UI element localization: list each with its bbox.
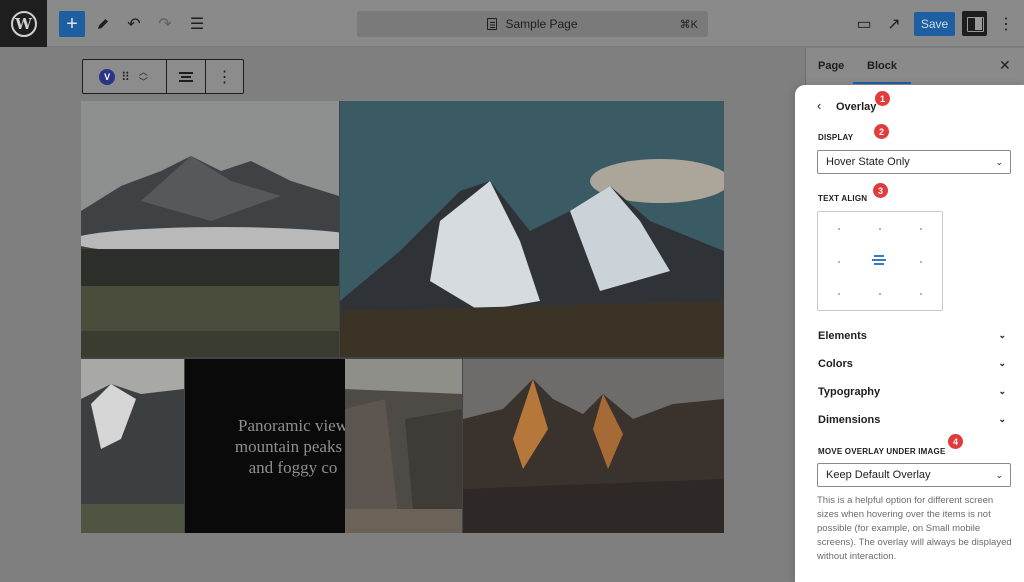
display-select[interactable]: Hover State Only ⌄ xyxy=(817,150,1011,174)
tab-page[interactable]: Page xyxy=(818,60,844,72)
block-movers: ︿ ﹀ xyxy=(139,67,148,87)
pencil-icon xyxy=(98,19,108,29)
move-overlay-label: MOVE OVERLAY UNDER IMAGE xyxy=(818,447,946,456)
section-label: Typography xyxy=(818,386,881,398)
editor-top-bar: W + ↶ ↷ ☰ Sample Page ⌘K ▭ ↗ Save ⋮ xyxy=(0,0,1024,47)
elements-section-toggle[interactable]: Elements ⌄ xyxy=(818,330,1008,346)
step-badge: 2 xyxy=(874,124,889,139)
panel-title: Overlay xyxy=(836,101,877,113)
settings-toggle-button[interactable] xyxy=(962,11,987,36)
page-icon xyxy=(487,18,498,30)
preview-button[interactable]: ▭ xyxy=(851,11,877,37)
wordpress-icon: W xyxy=(10,10,37,37)
align-center-icon[interactable] xyxy=(872,255,888,267)
block-type-group: V ⠿ ︿ ﹀ xyxy=(83,60,167,93)
gallery-image[interactable] xyxy=(345,359,462,533)
align-top-right[interactable] xyxy=(920,228,922,230)
align-bottom-left[interactable] xyxy=(838,293,840,295)
move-overlay-select[interactable]: Keep Default Overlay ⌄ xyxy=(817,463,1011,487)
undo-icon: ↶ xyxy=(127,16,141,33)
step-badge: 3 xyxy=(873,183,888,198)
move-up-button[interactable]: ︿ xyxy=(139,67,148,77)
chevron-down-icon: ⌄ xyxy=(998,414,1006,424)
external-link-icon: ↗ xyxy=(887,16,901,33)
caption-line: and foggy co xyxy=(248,458,338,477)
chevron-down-icon: ⌄ xyxy=(995,157,1003,167)
tools-button[interactable] xyxy=(90,11,116,37)
save-button[interactable]: Save xyxy=(914,12,955,36)
redo-icon: ↷ xyxy=(158,16,172,33)
block-type-icon[interactable]: V xyxy=(99,68,116,85)
command-shortcut: ⌘K xyxy=(679,19,698,31)
align-bottom-center[interactable] xyxy=(879,293,881,295)
display-select-value: Hover State Only xyxy=(826,156,910,168)
image-gallery[interactable]: Panoramic view mountain peaks i and fogg… xyxy=(81,101,724,533)
chevron-down-icon: ⌄ xyxy=(998,330,1006,340)
add-block-button[interactable]: + xyxy=(59,11,85,37)
caption-line: mountain peaks i xyxy=(234,437,345,456)
options-menu-button[interactable]: ⋮ xyxy=(993,11,1019,37)
align-middle-right[interactable] xyxy=(920,261,922,263)
gallery-image[interactable] xyxy=(463,359,724,533)
step-badge: 1 xyxy=(875,91,890,106)
caption-line: Panoramic view xyxy=(238,416,345,435)
display-label: DISPLAY xyxy=(818,133,854,142)
undo-button[interactable]: ↶ xyxy=(121,11,147,37)
align-top-center[interactable] xyxy=(879,228,881,230)
section-label: Colors xyxy=(818,358,853,370)
chevron-down-icon: ⌄ xyxy=(995,470,1003,480)
tab-block[interactable]: Block xyxy=(853,60,911,84)
gallery-image[interactable] xyxy=(340,101,724,357)
align-top-left[interactable] xyxy=(838,228,840,230)
desktop-icon: ▭ xyxy=(856,16,872,33)
view-page-button[interactable]: ↗ xyxy=(881,11,907,37)
block-toolbar: V ⠿ ︿ ﹀ ⋮ xyxy=(82,59,244,94)
redo-button[interactable]: ↷ xyxy=(152,11,178,37)
chevron-down-icon: ⌄ xyxy=(998,386,1006,396)
wordpress-logo[interactable]: W xyxy=(0,0,47,47)
caption-overlay[interactable]: Panoramic view mountain peaks i and fogg… xyxy=(185,359,345,533)
typography-section-toggle[interactable]: Typography ⌄ xyxy=(818,386,1008,402)
gallery-image[interactable] xyxy=(81,359,184,533)
move-overlay-value: Keep Default Overlay xyxy=(826,469,931,481)
help-text: This is a helpful option for different s… xyxy=(817,495,1012,562)
section-label: Elements xyxy=(818,330,867,342)
colors-section-toggle[interactable]: Colors ⌄ xyxy=(818,358,1008,374)
more-vertical-icon: ⋮ xyxy=(998,16,1014,33)
back-button[interactable]: ‹ xyxy=(817,98,821,113)
section-label: Dimensions xyxy=(818,414,881,426)
align-button[interactable] xyxy=(167,60,206,93)
move-down-button[interactable]: ﹀ xyxy=(139,77,148,87)
step-badge: 4 xyxy=(948,434,963,449)
drag-handle-icon[interactable]: ⠿ xyxy=(121,70,130,84)
overlay-settings-panel: ‹ Overlay 1 DISPLAY 2 Hover State Only ⌄… xyxy=(795,85,1024,582)
list-view-icon: ☰ xyxy=(189,16,205,33)
text-align-label: TEXT ALIGN xyxy=(818,194,868,203)
more-vertical-icon: ⋮ xyxy=(216,68,233,86)
document-title: Sample Page xyxy=(505,17,578,31)
block-options-button[interactable]: ⋮ xyxy=(206,60,243,93)
dimensions-section-toggle[interactable]: Dimensions ⌄ xyxy=(818,414,1008,430)
align-center-icon xyxy=(179,71,193,82)
gallery-image[interactable] xyxy=(81,101,339,357)
document-bar[interactable]: Sample Page ⌘K xyxy=(357,11,708,37)
align-bottom-right[interactable] xyxy=(920,293,922,295)
image-caption: Panoramic view mountain peaks i and fogg… xyxy=(223,415,345,478)
text-align-matrix[interactable] xyxy=(817,211,943,311)
chevron-down-icon: ⌄ xyxy=(998,358,1006,368)
align-middle-left[interactable] xyxy=(838,261,840,263)
close-sidebar-button[interactable]: ✕ xyxy=(999,57,1011,74)
sidebar-header: Page Block xyxy=(805,48,1024,85)
list-view-button[interactable]: ☰ xyxy=(184,11,210,37)
